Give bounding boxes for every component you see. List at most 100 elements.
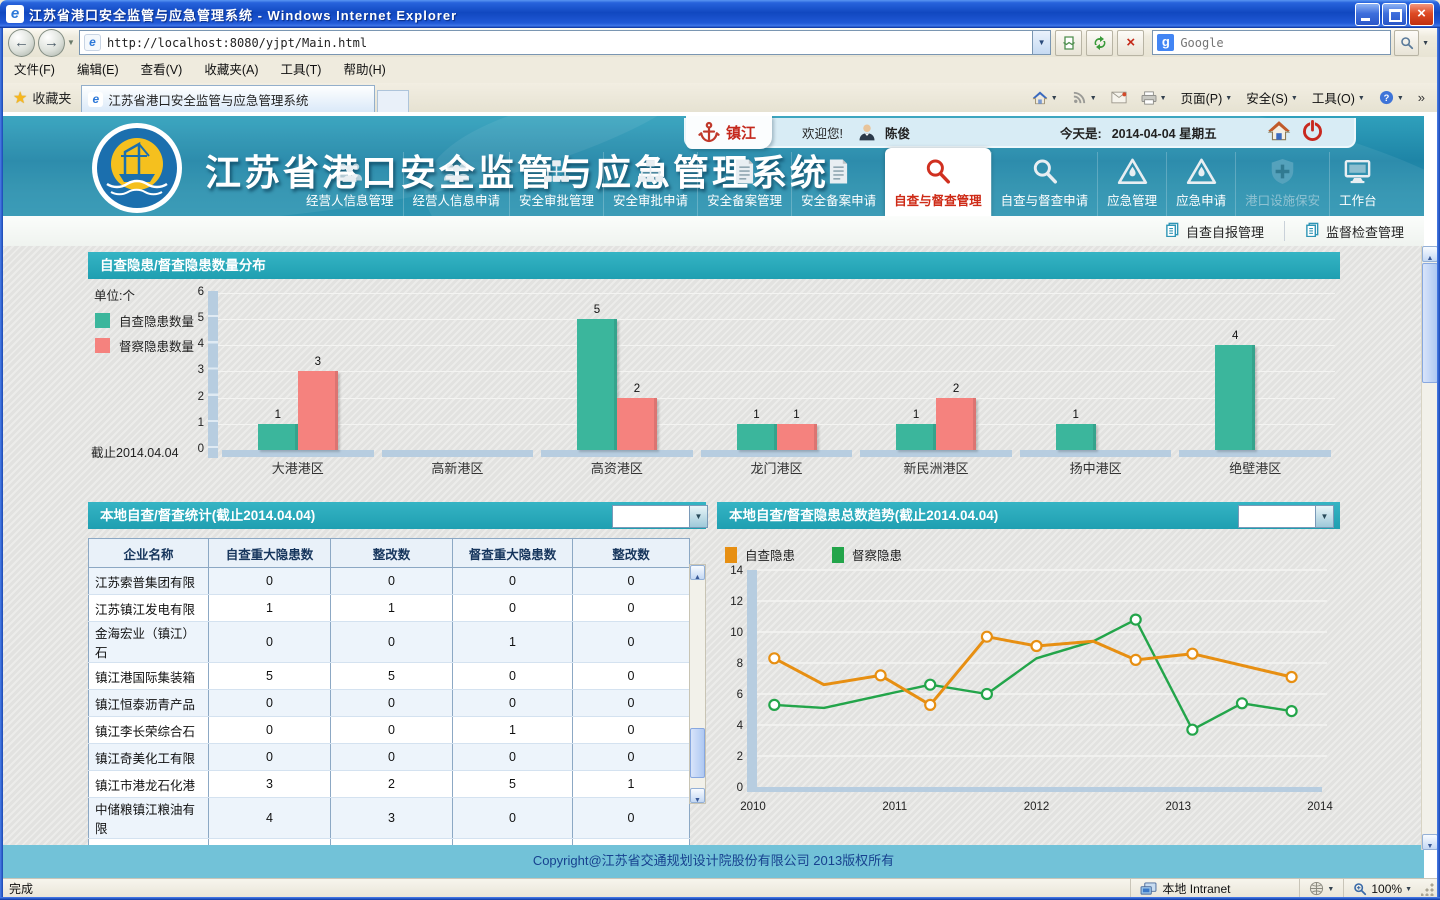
chevron-down-icon (1355, 91, 1365, 105)
help-icon: ? (1379, 90, 1394, 105)
nav-item-label: 安全审批申请 (613, 190, 688, 209)
compatibility-view-button[interactable] (1055, 30, 1082, 56)
search-button[interactable] (1394, 30, 1419, 56)
subnav-item-0[interactable]: 自查自报管理 (1145, 221, 1284, 241)
protected-mode-button[interactable] (1299, 879, 1343, 898)
table-scrollbar[interactable] (689, 564, 706, 804)
value-cell: 1 (453, 622, 573, 663)
nav-item-7[interactable]: 自查与督查申请 (991, 152, 1098, 216)
legend-swatch (95, 338, 110, 353)
nav-item-11[interactable]: 工作台 (1329, 152, 1386, 216)
value-cell: 0 (453, 663, 573, 690)
home-button[interactable] (1026, 87, 1064, 109)
help-button[interactable]: ? (1373, 87, 1410, 108)
scroll-up-icon[interactable] (1422, 246, 1437, 262)
history-dropdown-icon[interactable]: ▼ (67, 38, 75, 47)
toolbar-overflow-button[interactable] (1412, 87, 1431, 108)
maximize-button[interactable] (1382, 3, 1407, 26)
nav-item-6[interactable]: 自查与督查管理 (885, 148, 991, 216)
value-cell: 0 (573, 717, 690, 744)
feeds-button[interactable] (1066, 87, 1103, 108)
menu-item-0[interactable]: 文件(F) (3, 57, 66, 83)
subnav-item-1[interactable]: 监督检查管理 (1284, 221, 1424, 241)
read-mail-button[interactable] (1105, 88, 1133, 107)
active-tab[interactable]: e 江苏省港口安全监管与应急管理系统 (81, 85, 375, 113)
browser-window: e 江苏省港口安全监管与应急管理系统 - Windows Internet Ex… (0, 0, 1440, 900)
line-chart-panel: 本地自查/督查隐患总数趋势(截止2014.04.04) 自查隐患 督察隐患 02… (717, 502, 1340, 815)
city-name: 镇江 (726, 122, 756, 143)
menu-item-4[interactable]: 工具(T) (269, 57, 332, 83)
nav-item-9[interactable]: 应急申请 (1166, 152, 1235, 216)
forward-button[interactable]: → (38, 29, 65, 57)
nav-item-1[interactable]: 经营人信息申请 (403, 152, 510, 216)
nav-item-0[interactable]: 经营人信息管理 (297, 152, 403, 216)
document-icon (728, 156, 761, 187)
safety-menu-button[interactable]: 安全(S) (1240, 85, 1304, 110)
command-bar: 页面(P) 安全(S) 工具(O) ? (1026, 85, 1437, 110)
table-row[interactable]: 金海宏业（镇江）石0010 (89, 622, 690, 663)
scroll-down-icon[interactable] (1422, 834, 1437, 850)
nav-item-5[interactable]: 安全备案申请 (791, 152, 885, 216)
nav-item-8[interactable]: 应急管理 (1097, 152, 1166, 216)
chevron-down-icon (1315, 506, 1333, 527)
zoom-control[interactable]: 100% (1343, 879, 1421, 898)
refresh-button[interactable] (1086, 30, 1113, 56)
nav-item-2[interactable]: 安全审批管理 (509, 152, 603, 216)
tools-menu-label: 工具(O) (1312, 88, 1355, 107)
table-row[interactable]: 镇江港国际集装箱5500 (89, 663, 690, 690)
value-cell: 0 (573, 568, 690, 595)
table-row[interactable]: 镇江市港龙石化港3251 (89, 771, 690, 798)
url-input[interactable] (105, 35, 1032, 51)
table-row[interactable]: 江苏镇江发电有限1100 (89, 595, 690, 622)
y-axis-tick-label: 6 (176, 286, 204, 298)
scroll-thumb[interactable] (1422, 263, 1437, 383)
value-cell: 0 (573, 690, 690, 717)
back-button[interactable]: ← (8, 29, 35, 57)
scroll-thumb[interactable] (690, 728, 705, 778)
table-row[interactable]: 镇江奇美化工有限0000 (89, 744, 690, 771)
column-header: 企业名称 (89, 539, 209, 568)
chevron-down-icon (1324, 882, 1334, 896)
window-titlebar[interactable]: e 江苏省港口安全监管与应急管理系统 - Windows Internet Ex… (0, 0, 1440, 28)
url-dropdown-button[interactable] (1033, 30, 1051, 55)
page-menu-button[interactable]: 页面(P) (1175, 85, 1239, 110)
menu-item-2[interactable]: 查看(V) (130, 57, 194, 83)
value-cell: 3 (331, 798, 453, 839)
menu-item-1[interactable]: 编辑(E) (66, 57, 130, 83)
close-button[interactable] (1409, 3, 1434, 26)
stop-button[interactable]: × (1117, 30, 1144, 56)
nav-item-3[interactable]: 安全审批申请 (603, 152, 697, 216)
search-input[interactable] (1178, 35, 1390, 51)
search-options-chevron-icon[interactable] (1419, 34, 1429, 52)
page-menu-label: 页面(P) (1181, 88, 1223, 107)
page-scrollbar[interactable] (1421, 246, 1437, 850)
table-row[interactable]: 江苏索普集团有限0000 (89, 568, 690, 595)
stats-table-filter-select[interactable] (612, 505, 708, 528)
line-chart-filter-select[interactable] (1238, 505, 1334, 528)
resize-grip[interactable] (1421, 882, 1435, 896)
bar-value-label: 1 (777, 409, 817, 421)
power-icon (1301, 119, 1324, 142)
value-cell: 0 (209, 622, 331, 663)
nav-item-4[interactable]: 安全备案管理 (697, 152, 791, 216)
zoom-magnifier-icon (1353, 882, 1367, 896)
zoom-level: 100% (1371, 882, 1402, 896)
menu-item-3[interactable]: 收藏夹(A) (193, 57, 269, 83)
table-row[interactable]: 镇江恒泰沥青产品0000 (89, 690, 690, 717)
bar-supervise (936, 398, 976, 450)
favorites-button[interactable]: ★ 收藏夹 (3, 88, 81, 108)
print-button[interactable] (1135, 88, 1173, 108)
table-row[interactable]: 中储粮镇江粮油有限4300 (89, 798, 690, 839)
new-tab-stub[interactable] (377, 90, 409, 113)
y-axis-tick-label: 3 (176, 364, 204, 376)
home-shortcut-button[interactable] (1267, 120, 1291, 145)
company-name-cell: 镇江恒泰沥青产品 (89, 690, 209, 717)
bar-value-label: 3 (298, 356, 338, 368)
scroll-up-icon[interactable] (690, 565, 705, 580)
menu-item-5[interactable]: 帮助(H) (332, 57, 396, 83)
logout-button[interactable] (1301, 119, 1324, 145)
table-row[interactable]: 镇江李长荣综合石0010 (89, 717, 690, 744)
tools-menu-button[interactable]: 工具(O) (1306, 85, 1371, 110)
minimize-button[interactable] (1355, 3, 1380, 26)
scroll-down-icon[interactable] (690, 788, 705, 803)
